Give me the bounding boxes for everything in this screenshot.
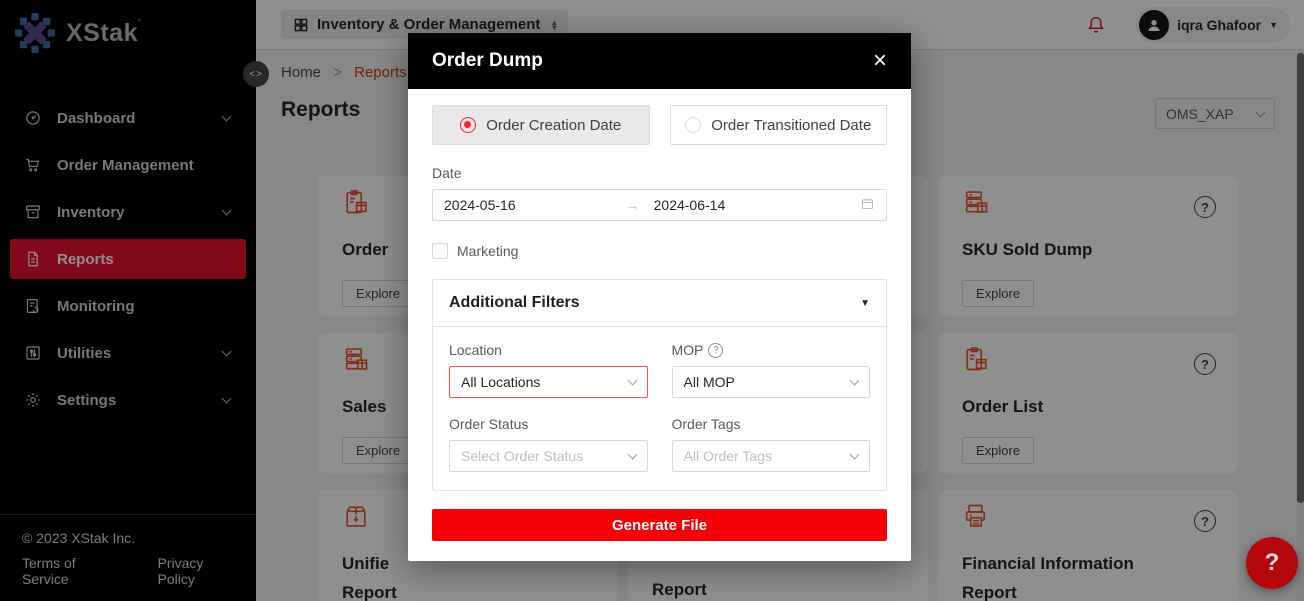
location-label: Location — [449, 342, 648, 358]
checkbox-icon[interactable] — [432, 243, 448, 259]
chevron-down-icon — [627, 376, 637, 386]
mop-field: MOP ? All MOP — [672, 342, 871, 398]
chevron-down-icon — [850, 450, 860, 460]
date-to-value[interactable]: 2024-06-14 — [654, 197, 726, 213]
order-tags-label: Order Tags — [672, 416, 871, 432]
chevron-down-icon — [627, 450, 637, 460]
order-status-label: Order Status — [449, 416, 648, 432]
radio-order-creation-date[interactable]: Order Creation Date — [432, 105, 650, 145]
date-range-input[interactable]: 2024-05-16 → 2024-06-14 — [432, 189, 887, 221]
radio-order-transitioned-date[interactable]: Order Transitioned Date — [670, 105, 888, 145]
order-status-field: Order Status Select Order Status — [449, 416, 648, 472]
order-status-placeholder: Select Order Status — [461, 448, 583, 464]
marketing-label: Marketing — [457, 243, 518, 259]
modal-body: Order Creation Date Order Transitioned D… — [408, 89, 911, 561]
location-select-value: All Locations — [461, 374, 540, 390]
location-field: Location All Locations — [449, 342, 648, 398]
date-from-value[interactable]: 2024-05-16 — [444, 197, 516, 213]
location-select[interactable]: All Locations — [449, 366, 648, 398]
modal-title: Order Dump — [432, 50, 543, 72]
modal-header: Order Dump × — [408, 33, 911, 89]
close-icon[interactable]: × — [873, 49, 887, 73]
mop-select[interactable]: All MOP — [672, 366, 871, 398]
chevron-down-icon — [850, 376, 860, 386]
radio-selected-icon — [460, 117, 476, 133]
date-range-arrow: → — [626, 197, 640, 213]
order-tags-select[interactable]: All Order Tags — [672, 440, 871, 472]
generate-file-button[interactable]: Generate File — [432, 509, 887, 541]
mop-select-value: All MOP — [684, 374, 735, 390]
marketing-checkbox-row[interactable]: Marketing — [432, 243, 887, 259]
mop-label: MOP — [672, 342, 704, 358]
help-circle-icon[interactable]: ? — [708, 343, 723, 358]
caret-down-icon: ▼ — [860, 298, 870, 309]
order-status-select[interactable]: Select Order Status — [449, 440, 648, 472]
app-viewport: XStak˚ Dashboard Order Management Invent… — [0, 0, 1304, 601]
calendar-icon — [860, 196, 875, 214]
additional-filters-title: Additional Filters — [449, 294, 580, 312]
additional-filters-header[interactable]: Additional Filters ▼ — [433, 280, 886, 327]
radio-unselected-icon — [685, 117, 701, 133]
additional-filters-panel: Additional Filters ▼ Location All Locati… — [432, 279, 887, 491]
radio-label: Order Creation Date — [486, 117, 621, 134]
support-help-button[interactable]: ? — [1246, 537, 1298, 589]
date-label: Date — [432, 165, 887, 181]
order-tags-field: Order Tags All Order Tags — [672, 416, 871, 472]
radio-label: Order Transitioned Date — [711, 117, 871, 134]
order-dump-modal: Order Dump × Order Creation Date Order T… — [408, 33, 911, 561]
order-tags-value: All Order Tags — [684, 448, 772, 464]
